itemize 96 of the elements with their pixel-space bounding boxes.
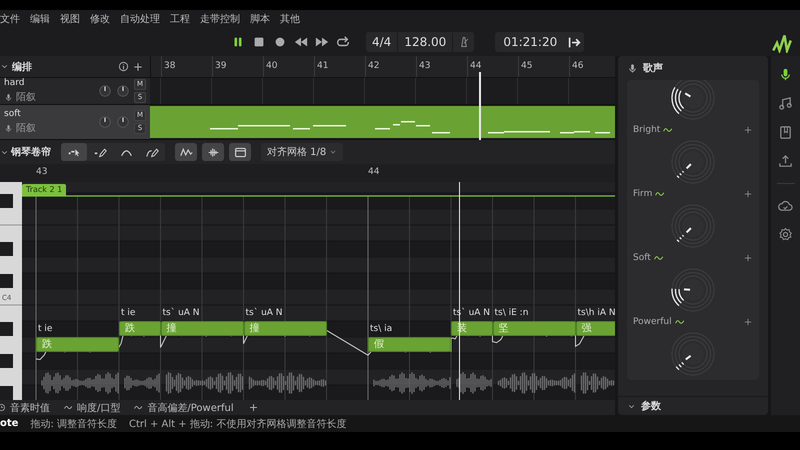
info-icon[interactable]	[118, 61, 129, 72]
time-display: 01:21:20	[502, 34, 558, 51]
pan-knob[interactable]	[116, 84, 130, 98]
menu-item[interactable]: 文件	[0, 12, 20, 26]
pencil-icon	[94, 146, 106, 158]
phoneme-label: ts\h iA N	[578, 308, 615, 318]
microphone-icon	[4, 92, 13, 102]
microphone-icon[interactable]	[778, 67, 793, 82]
wave-icon	[663, 125, 674, 135]
parameter-tab[interactable]: 音素时值	[0, 400, 50, 414]
volume-knob[interactable]	[98, 84, 112, 98]
music-note-icon[interactable]	[778, 96, 793, 111]
panel-title: 钢琴卷帘	[11, 146, 51, 159]
bar-number: 41	[317, 61, 328, 71]
menu-item[interactable]: 工程	[170, 12, 190, 26]
knob[interactable]	[669, 266, 717, 314]
bar-number: 43	[36, 167, 48, 177]
rewind-icon	[294, 35, 308, 49]
bar-number: 43	[419, 61, 430, 71]
menu-item[interactable]: 编辑	[30, 12, 50, 26]
parameter-tab[interactable]: 音高偏差/Powerful	[134, 400, 234, 414]
pitch-curve-toggle[interactable]	[175, 143, 197, 161]
track-name: soft	[4, 109, 22, 119]
wave-icon	[654, 253, 664, 263]
bar-number: 38	[164, 61, 176, 71]
panel-toggle[interactable]	[229, 143, 251, 161]
phoneme-label: ts` uA N	[162, 308, 200, 318]
record-icon	[272, 35, 286, 49]
jump-to-end-icon	[568, 36, 582, 48]
bar-number: 46	[572, 61, 584, 71]
panel-icon	[234, 146, 246, 158]
parameter-tab[interactable]: 响度/口型	[64, 400, 120, 414]
pitch-curve-icon	[180, 146, 192, 158]
phoneme-label: t ie	[121, 308, 136, 318]
bar-number: 45	[521, 61, 532, 71]
snap-dropdown[interactable]: 对齐网格 1/8	[261, 143, 344, 161]
bar-number: 39	[215, 61, 226, 71]
phoneme-label: ts` uA N	[246, 308, 283, 318]
settings-icon[interactable]	[778, 227, 793, 242]
knob[interactable]	[669, 80, 717, 122]
mode-label: ote	[0, 418, 18, 429]
region-label[interactable]: Track 2 1	[22, 184, 66, 196]
phoneme-label: ts\ iE :n	[494, 308, 528, 318]
wave-icon	[134, 403, 144, 412]
add-icon[interactable]	[743, 125, 753, 135]
add-icon[interactable]	[743, 189, 753, 199]
chevron-icon	[329, 148, 338, 156]
microphone-icon	[627, 62, 638, 74]
parameter-label: Powerful	[633, 317, 672, 327]
parameter-label: Bright	[633, 125, 660, 135]
time-signature-field[interactable]: 4/4	[366, 32, 398, 52]
hint-text: 拖动: 调整音符长度	[30, 418, 117, 430]
microphone-icon	[4, 124, 13, 132]
add-icon[interactable]	[248, 402, 259, 413]
panel-title: 歌声	[643, 62, 663, 75]
bar-number: 44	[470, 61, 482, 71]
loop-icon	[336, 35, 350, 49]
logo-icon	[772, 33, 792, 53]
select-tool-button[interactable]	[61, 143, 87, 161]
pitch-pencil-icon	[146, 146, 158, 158]
menu-item[interactable]: 视图	[60, 12, 80, 26]
stop-icon	[252, 35, 266, 49]
menu-item[interactable]: 脚本	[250, 12, 270, 26]
menu-item[interactable]: 修改	[90, 12, 110, 26]
pan-knob[interactable]	[116, 115, 130, 129]
upload-icon[interactable]	[778, 154, 793, 169]
waveform-icon	[206, 146, 220, 158]
singer-name: 陌叙	[16, 122, 36, 135]
phoneme-label: t ie	[38, 324, 52, 334]
wave-icon	[64, 403, 73, 412]
parameter-label: Soft	[633, 253, 651, 263]
singer-name: 陌叙	[16, 91, 36, 104]
menu-item[interactable]: 自动处理	[120, 12, 160, 26]
panel-title: 编排	[12, 60, 32, 74]
phoneme-label: ts\ ia	[370, 324, 392, 334]
cloud-icon[interactable]	[778, 198, 793, 213]
add-icon[interactable]	[743, 253, 753, 263]
wave-icon	[674, 317, 685, 327]
bar-number: 40	[266, 61, 278, 71]
bar-number: 44	[368, 167, 380, 177]
book-icon[interactable]	[778, 125, 793, 140]
wave-icon	[655, 189, 666, 199]
fast-forward-icon	[314, 35, 328, 49]
track-name: hard	[4, 78, 26, 88]
volume-knob[interactable]	[98, 115, 112, 129]
parameter-label: Firm	[633, 189, 652, 199]
add-track-icon[interactable]	[132, 60, 144, 72]
piano-keyboard[interactable]	[0, 182, 22, 400]
tempo-field[interactable]: 128.00	[397, 32, 452, 52]
menu-item[interactable]: 走带控制	[200, 12, 240, 26]
section-title[interactable]: 参数	[641, 399, 661, 413]
bar-number: 42	[368, 61, 380, 71]
hint-text: Ctrl + Alt + 拖动: 不使用对齐网格调整音符长度	[129, 418, 346, 430]
waveform-toggle[interactable]	[202, 143, 224, 161]
menu-item[interactable]: 其他	[280, 12, 300, 26]
add-icon[interactable]	[743, 317, 753, 327]
